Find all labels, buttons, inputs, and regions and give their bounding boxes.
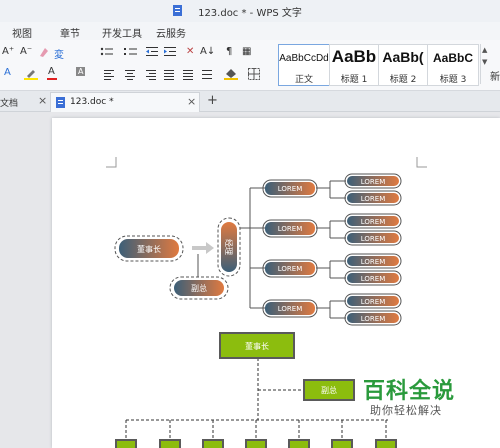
lorem-label: LOREM [361,178,386,186]
diagram2-vice-node[interactable]: 副总 [303,379,355,401]
lorem-label: LOREM [278,305,303,313]
diagram1-vice-node[interactable]: 副总 [169,276,229,300]
lorem-node-l3-4[interactable]: LOREM [344,230,402,246]
diagram2-bottom-node[interactable] [159,439,181,448]
diagram2-bottom-node[interactable] [245,439,267,448]
diagram2-bottom-node[interactable] [288,439,310,448]
diagram1-chairman-node[interactable]: 董事长 [114,235,184,262]
lorem-node-l2-3[interactable]: LOREM [262,259,318,278]
lorem-label: LOREM [361,298,386,306]
margin-mark-top-right [416,157,427,168]
lorem-node-l2-1[interactable]: LOREM [262,179,318,198]
lorem-label: LOREM [361,218,386,226]
margin-mark-top-left [106,157,117,168]
lorem-label: LOREM [361,275,386,283]
lorem-node-l3-6[interactable]: LOREM [344,270,402,286]
diagram2-bottom-node[interactable] [375,439,397,448]
lorem-label: LOREM [361,235,386,243]
lorem-node-l3-8[interactable]: LOREM [344,310,402,326]
watermark-subtitle: 助你轻松解决 [370,404,442,417]
lorem-node-l3-3[interactable]: LOREM [344,213,402,229]
diagram2-chairman-node[interactable]: 董事长 [219,332,295,359]
lorem-node-l3-1[interactable]: LOREM [344,173,402,189]
diagram1-manager-label: 经理 [224,239,234,255]
margin-marks [106,157,427,168]
lorem-label: LOREM [361,315,386,323]
diagram1-chairman-label: 董事长 [137,244,161,254]
diagram2-bottom-nodes [115,439,397,448]
lorem-label: LOREM [278,185,303,193]
diagram1-vice-label: 副总 [191,283,207,293]
lorem-label: LOREM [361,195,386,203]
diagram2-bottom-node[interactable] [331,439,353,448]
lorem-node-l2-2[interactable]: LOREM [262,219,318,238]
lorem-label: LOREM [278,225,303,233]
lorem-node-l2-4[interactable]: LOREM [262,299,318,318]
diagram1-connectors [197,180,346,319]
lorem-label: LOREM [278,265,303,273]
diagram1-manager-node[interactable]: 经理 [217,217,241,277]
lorem-node-l3-7[interactable]: LOREM [344,293,402,309]
diagram2-chairman-label: 董事长 [245,341,269,351]
lorem-node-l3-5[interactable]: LOREM [344,253,402,269]
lorem-label: LOREM [361,258,386,266]
diagram2-vice-label: 副总 [321,385,337,395]
lorem-node-l3-2[interactable]: LOREM [344,190,402,206]
diagram2-bottom-node[interactable] [115,439,137,448]
watermark-title: 百科全说 [363,379,456,404]
diagram2-bottom-node[interactable] [202,439,224,448]
arrow-icon [192,242,214,254]
